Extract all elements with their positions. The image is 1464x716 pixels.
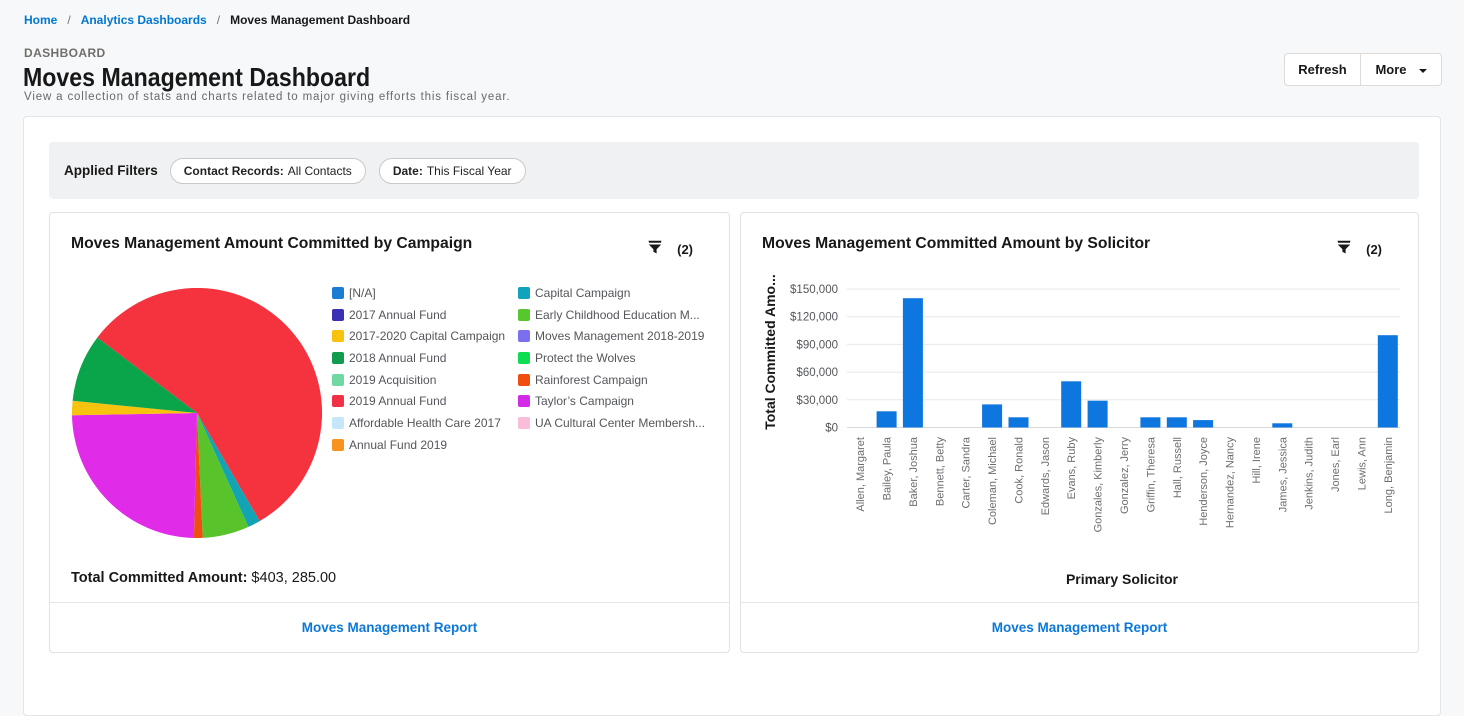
svg-text:Total Committed Amo...: Total Committed Amo... [762, 274, 778, 430]
svg-text:Jones, Earl: Jones, Earl [1330, 437, 1342, 492]
svg-text:$30,000: $30,000 [796, 395, 838, 407]
svg-text:Bailey, Paula: Bailey, Paula [882, 436, 894, 500]
svg-text:Hernandez, Nancy: Hernandez, Nancy [1225, 437, 1237, 529]
svg-text:Edwards, Jason: Edwards, Jason [1040, 437, 1052, 515]
svg-text:Carter, Sandra: Carter, Sandra [961, 436, 973, 508]
svg-text:Evans, Ruby: Evans, Ruby [1066, 437, 1078, 500]
svg-text:Coleman, Michael: Coleman, Michael [987, 437, 999, 525]
svg-text:Cook, Ronald: Cook, Ronald [1014, 437, 1026, 504]
svg-text:$120,000: $120,000 [790, 312, 838, 324]
svg-text:Gonzalez, Jerry: Gonzalez, Jerry [1119, 437, 1131, 515]
svg-text:Bennett, Betty: Bennett, Betty [934, 437, 946, 507]
svg-text:Baker, Joshua: Baker, Joshua [908, 436, 920, 507]
svg-text:Jenkins, Judith: Jenkins, Judith [1304, 437, 1316, 510]
svg-text:Lewis, Ann: Lewis, Ann [1356, 437, 1368, 490]
svg-text:Hill, Irene: Hill, Irene [1251, 437, 1263, 483]
svg-text:Gonzales, Kimberly: Gonzales, Kimberly [1093, 437, 1105, 533]
svg-text:Long, Benjamin: Long, Benjamin [1383, 437, 1395, 513]
svg-text:Henderson, Joyce: Henderson, Joyce [1198, 437, 1210, 526]
svg-text:$150,000: $150,000 [790, 284, 838, 296]
svg-text:James, Jessica: James, Jessica [1277, 436, 1289, 512]
svg-text:Hall, Russell: Hall, Russell [1172, 437, 1184, 498]
svg-text:Allen, Margaret: Allen, Margaret [855, 437, 867, 512]
svg-text:$0: $0 [825, 423, 838, 435]
svg-text:Griffin, Theresa: Griffin, Theresa [1145, 436, 1157, 512]
svg-text:$90,000: $90,000 [796, 339, 838, 351]
svg-text:Primary Solicitor: Primary Solicitor [1066, 571, 1179, 587]
svg-text:$60,000: $60,000 [796, 367, 838, 379]
